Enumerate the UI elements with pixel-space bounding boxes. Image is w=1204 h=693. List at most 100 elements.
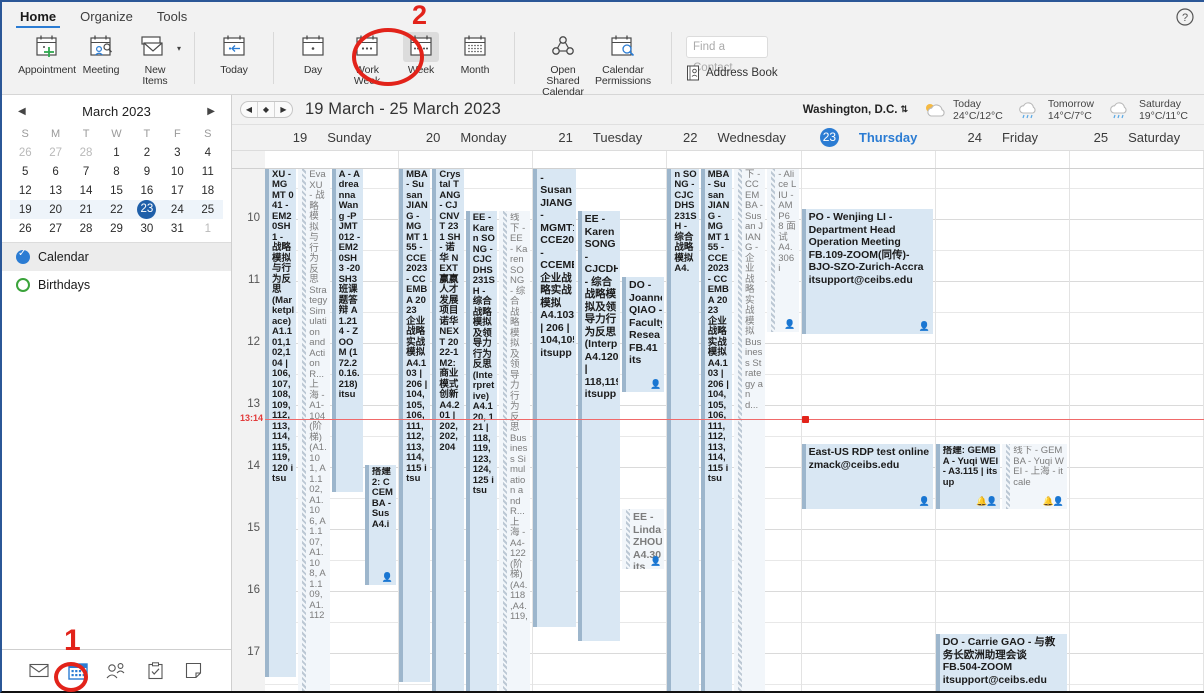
day-header-wednesday[interactable]: 22 Wednesday [667, 125, 801, 150]
calendar-event[interactable]: CCEMBA - Susan JIANG - MGMT 155 - CCE202… [700, 169, 732, 691]
mini-calendar-day[interactable]: 17 [162, 181, 192, 200]
mini-calendar-day[interactable]: 12 [10, 181, 40, 200]
calendar-event[interactable]: EE - Karen SONG - CJCDHS231SH - 综合战略模拟及领… [465, 211, 497, 691]
day-column-wednesday[interactable]: Karen SONG - CJCDHS231SH - 综合战略模拟 A4. CCE… [667, 169, 802, 691]
calendar-event[interactable]: EE - Karen SONG - CJCDHS231SH - 综合战略模拟及领… [577, 211, 621, 641]
calendar-event[interactable]: DO - Joanne QIAO - Faculty Resea FB.41 i… [622, 277, 665, 392]
meeting-button[interactable]: Meeting [74, 30, 128, 76]
calendar-event[interactable]: DO - Carrie GAO - 与教务长欧洲助理会谈 FB.504-ZOOM… [935, 634, 1067, 691]
day-column-tuesday[interactable]: CCEMBA - Susan JIANG - MGMT155-CCE2023 -… [533, 169, 668, 691]
calendar-event[interactable]: East-US RDP test online zmack@ceibs.edu 👤 [801, 444, 933, 509]
day-column-saturday[interactable] [1069, 169, 1204, 691]
updown-chevron-icon[interactable]: ⇅ [900, 104, 908, 115]
calendar-event[interactable]: CCEMBA - Susan JIANG - MGMT155-CCE2023 -… [533, 169, 576, 627]
mini-calendar-day[interactable]: 29 [101, 219, 131, 238]
mini-calendar-day[interactable]: 26 [10, 143, 40, 162]
mini-calendar-day[interactable]: 7 [71, 162, 101, 181]
day-columns[interactable]: Eva XU - MGMT 041 - EM20SH1 - 战略模拟与行为反思 … [265, 169, 1204, 691]
calendar-permissions-button[interactable]: Calendar Permissions [593, 30, 653, 87]
mini-calendar-day[interactable]: 9 [132, 162, 162, 181]
calendar-event[interactable]: Eva XU - MGMT 041 - EM20SH1 - 战略模拟与行为反思 … [265, 169, 297, 677]
nav-next-button[interactable]: ▶ [275, 102, 292, 117]
mini-calendar-week-row[interactable]: 26 27 28 29 30 31 1 [10, 219, 223, 238]
module-people-button[interactable] [103, 659, 129, 683]
day-column-monday[interactable]: CCEMBA - Susan JIANG - MGMT 155 - CCE202… [399, 169, 534, 691]
today-button[interactable]: Today [207, 30, 261, 76]
tab-home[interactable]: Home [10, 6, 66, 28]
day-header-tuesday[interactable]: 21 Tuesday [533, 125, 667, 150]
day-header-monday[interactable]: 20 Monday [399, 125, 533, 150]
mini-calendar-day[interactable]: 18 [193, 181, 223, 200]
mini-calendar-day[interactable]: 3 [162, 143, 192, 162]
mini-calendar-day[interactable]: 30 [132, 219, 162, 238]
all-day-cell[interactable] [667, 151, 802, 168]
appointment-button[interactable]: Appointment [18, 30, 76, 76]
mini-calendar-day[interactable]: 20 [40, 200, 71, 219]
all-day-cell[interactable] [1070, 151, 1204, 168]
chevron-down-icon[interactable]: ▾ [177, 44, 181, 53]
find-contact-input[interactable]: Find a Contact [686, 36, 768, 74]
mini-calendar-day[interactable]: 15 [101, 181, 131, 200]
mini-calendar-day[interactable]: 22 [101, 200, 132, 219]
calendar-event[interactable]: EMBA - Adreanna Wang -PJMT 012 - EM20SH3… [331, 169, 363, 492]
module-tasks-button[interactable] [142, 659, 168, 683]
address-book-button[interactable]: Address Book [686, 65, 778, 81]
mini-calendar-day[interactable]: 21 [70, 200, 102, 219]
all-day-cell[interactable] [265, 151, 400, 168]
mini-calendar-day[interactable]: 4 [193, 143, 223, 162]
calendar-grid[interactable]: 9101112131415161713:14 Eva XU - MGMT 041… [232, 169, 1204, 691]
weather-location-selector[interactable]: Washington, D.C. ⇅ [803, 104, 908, 116]
mini-calendar-day[interactable]: 27 [40, 219, 70, 238]
mini-calendar-day[interactable]: 5 [10, 162, 40, 181]
day-header-sunday[interactable]: 19 Sunday [265, 125, 399, 150]
mini-calendar-week-row[interactable]: 5 6 7 8 9 10 11 [10, 162, 223, 181]
mini-calendar-day[interactable]: 23 [131, 200, 163, 219]
mini-calendar-day[interactable]: 26 [10, 219, 40, 238]
help-icon[interactable]: ? [1176, 8, 1194, 26]
nav-prev-button[interactable]: ◀ [241, 102, 258, 117]
day-header-saturday[interactable]: 25 Saturday [1070, 125, 1204, 150]
mini-calendar-day[interactable]: 13 [40, 181, 70, 200]
calendar-event[interactable]: EMBA - Eva XU - 战略模拟与行为反思 Strategy Simul… [298, 169, 330, 691]
calendar-event[interactable]: EE - Crystal TANG - CJCNVT 231 SH - 诺华 N… [432, 169, 464, 691]
tab-organize[interactable]: Organize [70, 6, 143, 28]
calendar-list-item-birthdays[interactable]: Birthdays [2, 271, 231, 299]
calendar-event[interactable]: 线下 - GEMBA - Yuqi WEI - 上海 - itcale 👤 🔔 [1002, 444, 1067, 509]
mini-calendar-prev-button[interactable]: ◀ [18, 106, 26, 117]
mini-calendar-day[interactable]: 11 [193, 162, 223, 181]
mini-calendar-day[interactable]: 25 [192, 200, 223, 219]
nav-today-button[interactable]: ◆ [258, 102, 275, 117]
mini-calendar-day[interactable]: 28 [71, 143, 101, 162]
day-column-sunday[interactable]: Eva XU - MGMT 041 - EM20SH1 - 战略模拟与行为反思 … [265, 169, 400, 691]
day-header-friday[interactable]: 24 Friday [936, 125, 1070, 150]
day-column-thursday[interactable]: PO - Wenjing LI - Department Head Operat… [801, 169, 936, 691]
all-day-cells[interactable] [265, 151, 1204, 168]
calendar-event[interactable]: PO - Wenjing LI - Department Head Operat… [801, 209, 933, 334]
calendar-list-item-calendar[interactable]: Calendar [2, 243, 231, 271]
mini-calendar-week-row[interactable]: 19 20 21 22 23 24 25 [10, 200, 223, 219]
unchecked-circle-icon[interactable] [16, 278, 30, 292]
mini-calendar-day[interactable]: 1 [101, 143, 131, 162]
calendar-event[interactable]: 线下 - CCEMBA - Susan JIANG - 企业战略实战模拟 Bus… [733, 169, 766, 691]
date-nav-buttons[interactable]: ◀ ◆ ▶ [240, 101, 293, 118]
mini-calendar-next-button[interactable]: ▶ [207, 106, 215, 117]
mini-calendar-week-row[interactable]: 12 13 14 15 16 17 18 [10, 181, 223, 200]
open-shared-calendar-button[interactable]: Open Shared Calendar [533, 30, 593, 98]
mini-calendar-day[interactable]: 19 [10, 200, 41, 219]
all-day-cell[interactable] [936, 151, 1070, 168]
calendar-event[interactable]: 搭建2: CCEMBA - Sus A4.i 👤 [364, 465, 397, 585]
new-items-button[interactable]: ▾ New Items [128, 30, 182, 87]
workweek-view-button[interactable]: Work Week [340, 30, 394, 87]
calendar-event[interactable]: Karen SONG - CJCDHS231SH - 综合战略模拟 A4. [667, 169, 699, 691]
mini-calendar-day[interactable]: 24 [162, 200, 193, 219]
day-header-thursday[interactable]: 23 Thursday [802, 125, 936, 150]
mini-calendar-week-row[interactable]: 26 27 28 1 2 3 4 [10, 143, 223, 162]
calendar-event[interactable]: EE - Linda ZHOU A4.30 its 👤 [622, 509, 665, 569]
tab-tools[interactable]: Tools [147, 6, 197, 28]
all-day-cell[interactable] [399, 151, 534, 168]
mini-calendar-day[interactable]: 1 [193, 219, 223, 238]
module-calendar-button[interactable] [65, 659, 91, 683]
mini-calendar-day[interactable]: 27 [40, 143, 70, 162]
mini-calendar-day[interactable]: 10 [162, 162, 192, 181]
all-day-cell[interactable] [802, 151, 936, 168]
